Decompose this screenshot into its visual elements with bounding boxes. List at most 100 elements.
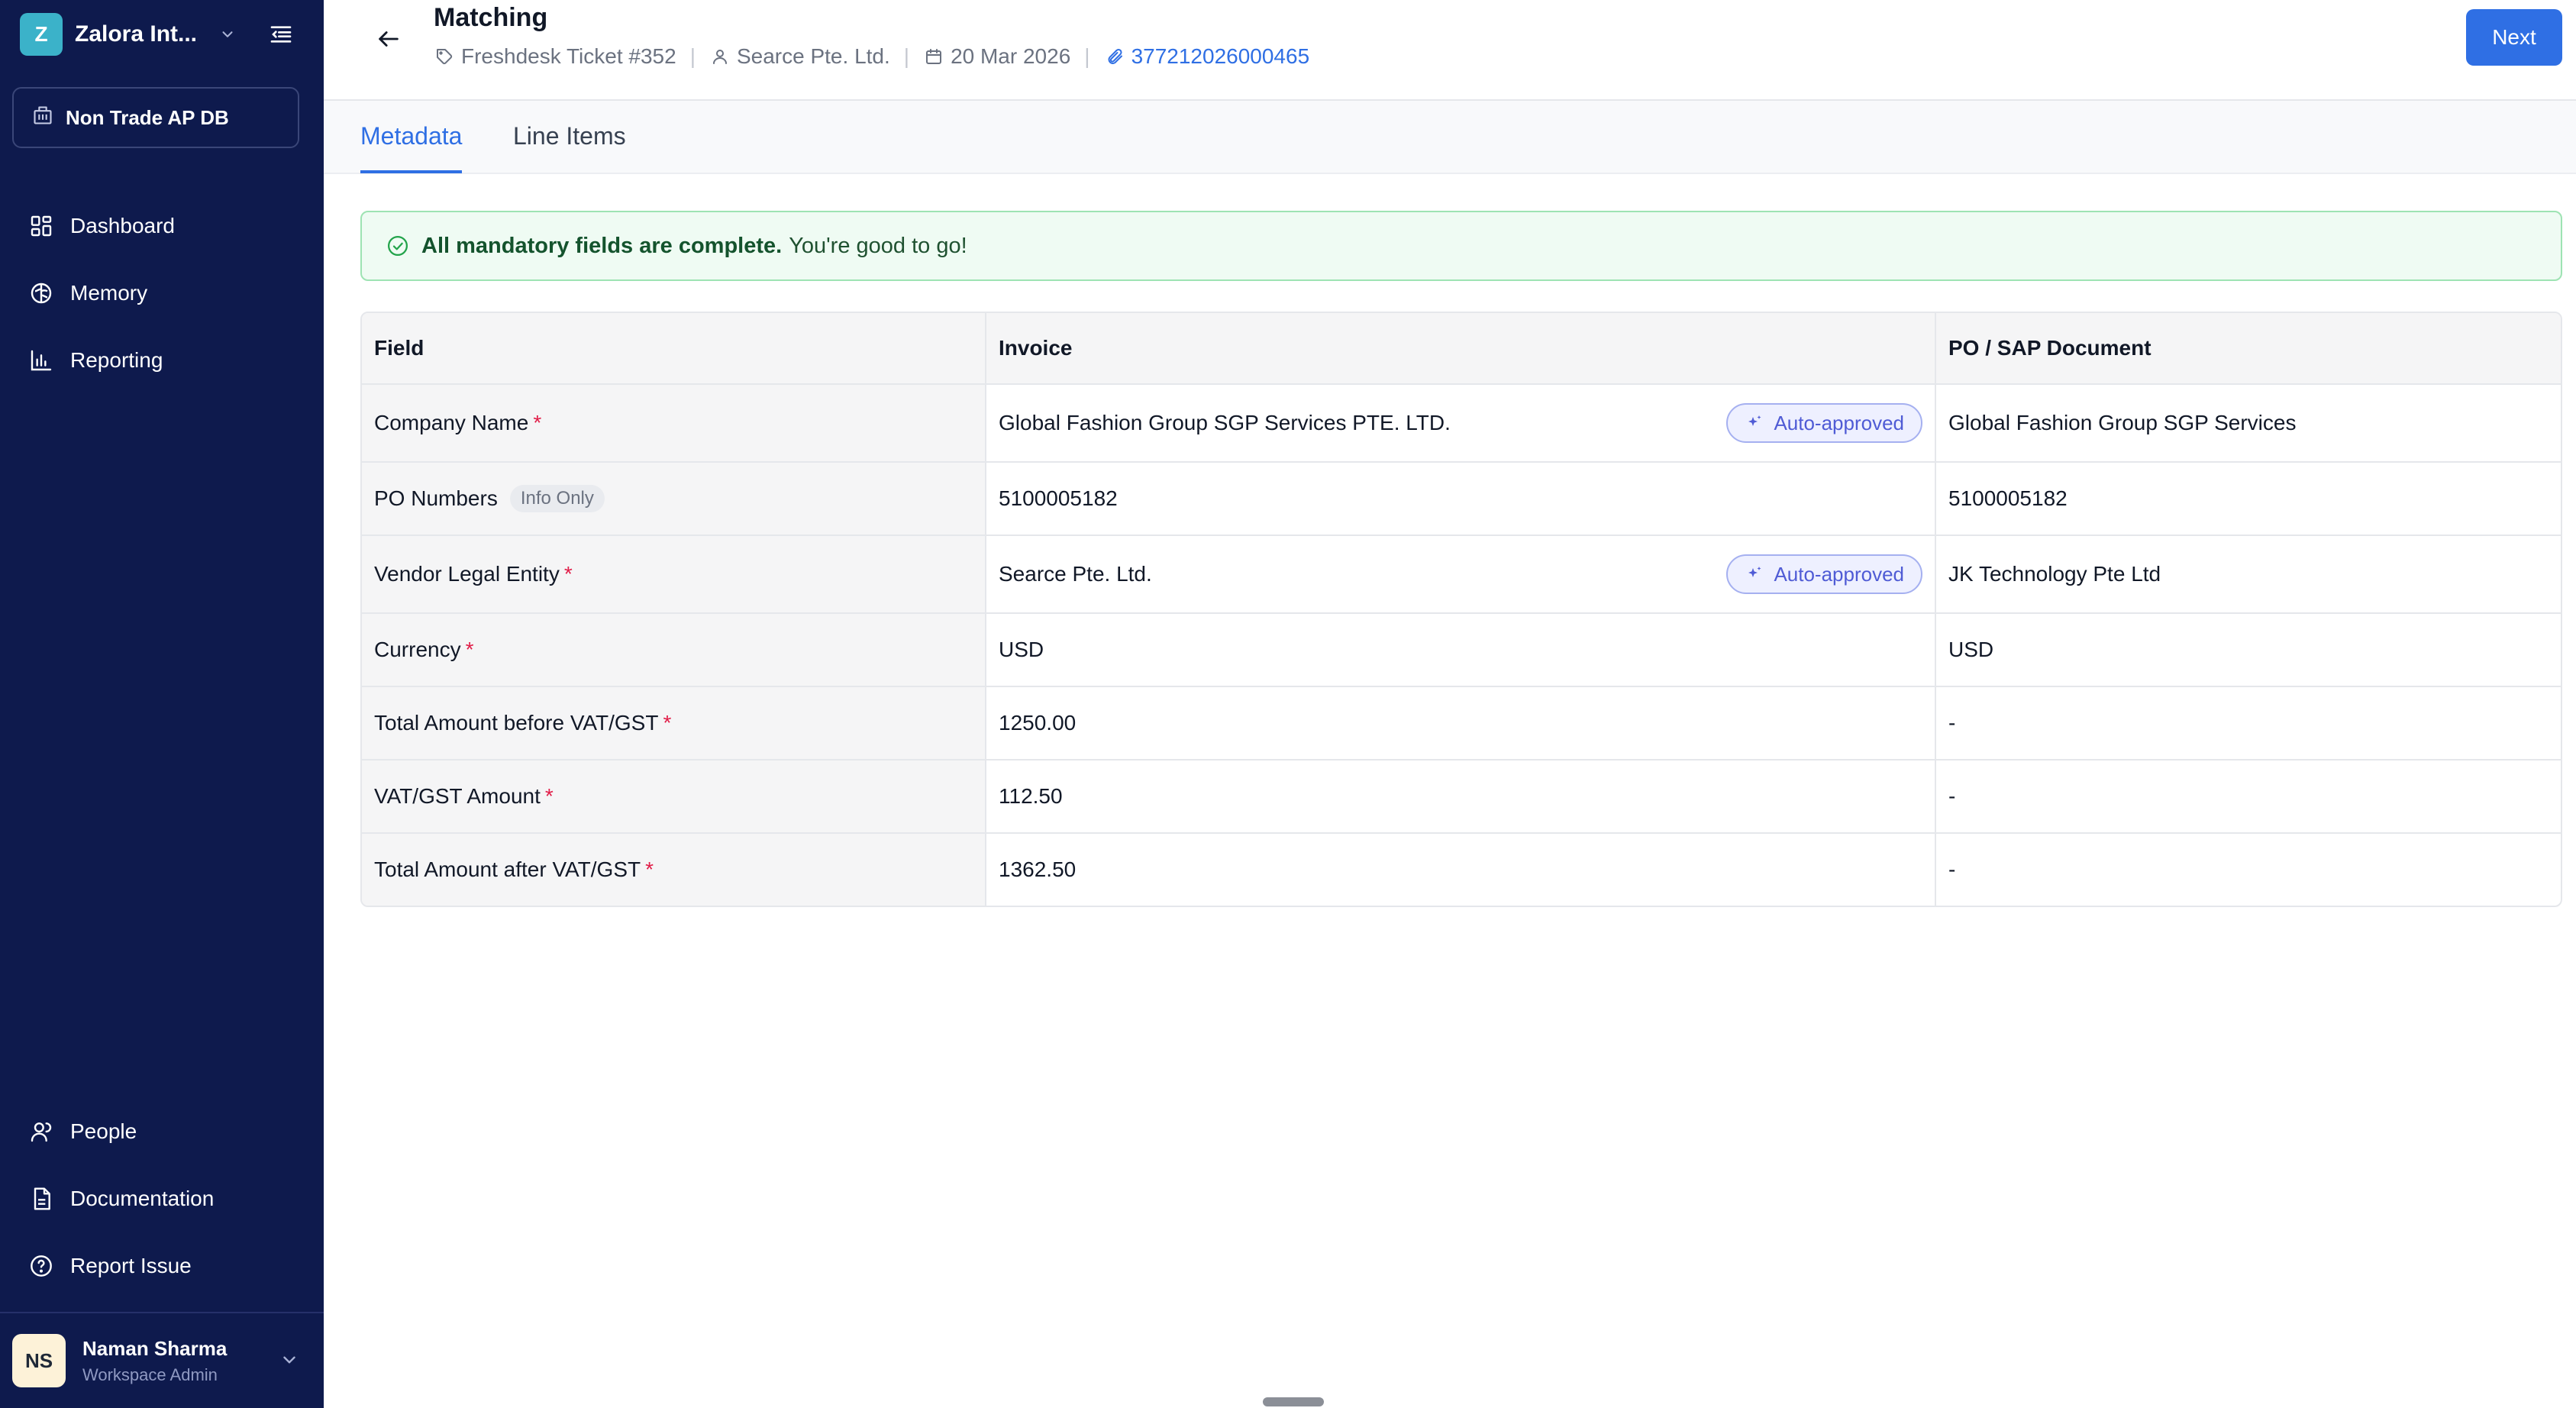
back-arrow-icon[interactable] bbox=[373, 23, 405, 55]
invoice-value: USD bbox=[999, 638, 1044, 661]
vendor-name: Searce Pte. Ltd. bbox=[736, 44, 890, 68]
sidebar-item-memory[interactable]: Memory bbox=[0, 260, 324, 327]
sidebar-item-label: Documentation bbox=[70, 1187, 215, 1210]
invoice-cell[interactable]: 1362.50 bbox=[986, 834, 1936, 906]
sidebar-item-people[interactable]: People bbox=[0, 1098, 324, 1165]
sidebar-item-dashboard[interactable]: Dashboard bbox=[0, 192, 324, 260]
po-value: - bbox=[1948, 857, 1956, 881]
ticket-meta: Freshdesk Ticket #352 | Searce Pte. Ltd.… bbox=[434, 43, 1309, 70]
scroll-handle[interactable] bbox=[1263, 1397, 1324, 1406]
po-cell[interactable]: - bbox=[1936, 834, 2561, 906]
table-header: Field Invoice PO / SAP Document bbox=[362, 313, 2561, 383]
invoice-cell[interactable]: 5100005182 bbox=[986, 463, 1936, 534]
field-label: Company Name bbox=[374, 411, 529, 434]
user-menu[interactable]: NS Naman Sharma Workspace Admin bbox=[0, 1312, 324, 1408]
badge-label: Auto-approved bbox=[1774, 411, 1904, 434]
po-cell[interactable]: JK Technology Pte Ltd bbox=[1936, 536, 2561, 612]
required-marker: * bbox=[465, 638, 474, 661]
required-marker: * bbox=[544, 784, 554, 808]
user-name: Naman Sharma bbox=[82, 1336, 228, 1360]
workspace-switcher[interactable]: Z Zalora Int... bbox=[20, 11, 304, 58]
field-label: Currency bbox=[374, 638, 461, 661]
separator: | bbox=[689, 44, 696, 68]
field-label: Total Amount before VAT/GST bbox=[374, 711, 659, 735]
table-row: Total Amount before VAT/GST * 1250.00 - bbox=[362, 686, 2561, 759]
page-title: Matching bbox=[434, 3, 548, 32]
sidebar-item-label: Report Issue bbox=[70, 1254, 192, 1277]
field-label: PO Numbers bbox=[374, 486, 498, 510]
sidebar-nav-bottom: People Documentation Report Issue bbox=[0, 1098, 324, 1300]
invoice-cell[interactable]: 112.50 bbox=[986, 761, 1936, 832]
po-cell[interactable]: Global Fashion Group SGP Services bbox=[1936, 385, 2561, 461]
invoice-value: 1362.50 bbox=[999, 857, 1077, 881]
field-cell: PO Numbers Info Only bbox=[362, 463, 986, 534]
main-content: Matching Freshdesk Ticket #352 | Searce … bbox=[324, 0, 2576, 1408]
required-marker: * bbox=[563, 562, 573, 586]
po-value: - bbox=[1948, 784, 1956, 808]
invoice-value: 112.50 bbox=[999, 784, 1063, 808]
tabs: Metadata Line Items bbox=[324, 101, 2576, 174]
table-row: Total Amount after VAT/GST * 1362.50 - bbox=[362, 832, 2561, 906]
calendar-icon bbox=[923, 46, 944, 67]
matching-table: Field Invoice PO / SAP Document Company … bbox=[360, 312, 2562, 907]
separator: | bbox=[903, 44, 910, 68]
paperclip-icon bbox=[1104, 46, 1125, 67]
invoice-cell[interactable]: USD bbox=[986, 614, 1936, 686]
po-cell[interactable]: - bbox=[1936, 687, 2561, 759]
auto-approved-badge: Auto-approved bbox=[1726, 403, 1922, 443]
attachment-link[interactable]: 377212026000465 bbox=[1131, 44, 1310, 69]
next-button[interactable]: Next bbox=[2466, 9, 2562, 66]
success-banner: All mandatory fields are complete. You'r… bbox=[360, 211, 2562, 281]
field-cell: Total Amount after VAT/GST * bbox=[362, 834, 986, 906]
people-icon bbox=[27, 1118, 55, 1145]
banner-text: You're good to go! bbox=[789, 233, 967, 258]
po-cell[interactable]: 5100005182 bbox=[1936, 463, 2561, 534]
sidebar-item-label: Memory bbox=[70, 281, 148, 305]
invoice-cell[interactable]: 1250.00 bbox=[986, 687, 1936, 759]
field-cell: Vendor Legal Entity * bbox=[362, 536, 986, 612]
tab-metadata[interactable]: Metadata bbox=[360, 122, 463, 173]
badge-label: Auto-approved bbox=[1774, 562, 1904, 586]
invoice-cell[interactable]: Searce Pte. Ltd. Auto-approved bbox=[986, 536, 1936, 612]
chevron-down-icon[interactable] bbox=[217, 24, 238, 45]
required-marker: * bbox=[533, 411, 542, 434]
collapse-sidebar-icon[interactable] bbox=[267, 21, 295, 48]
sidebar: Z Zalora Int... Non Trade AP DB Dashboar… bbox=[0, 0, 324, 1408]
sidebar-item-documentation[interactable]: Documentation bbox=[0, 1165, 324, 1232]
database-selector[interactable]: Non Trade AP DB bbox=[12, 87, 299, 148]
check-circle-icon bbox=[385, 233, 411, 259]
invoice-value: 1250.00 bbox=[999, 711, 1077, 735]
user-info: Naman Sharma Workspace Admin bbox=[82, 1337, 227, 1385]
column-header-field: Field bbox=[362, 313, 986, 383]
ticket-id: Freshdesk Ticket #352 bbox=[461, 44, 676, 68]
sparkle-icon bbox=[1745, 564, 1764, 584]
document-icon bbox=[27, 1185, 55, 1213]
tag-icon bbox=[434, 46, 455, 67]
table-row: Company Name * Global Fashion Group SGP … bbox=[362, 383, 2561, 461]
table-row: PO Numbers Info Only 5100005182 51000051… bbox=[362, 461, 2561, 534]
building-icon bbox=[32, 105, 53, 131]
info-only-tag: Info Only bbox=[509, 485, 605, 512]
sidebar-item-reporting[interactable]: Reporting bbox=[0, 327, 324, 394]
po-cell[interactable]: - bbox=[1936, 761, 2561, 832]
tab-line-items[interactable]: Line Items bbox=[513, 122, 626, 170]
help-circle-icon bbox=[27, 1252, 55, 1280]
workspace-name: Zalora Int... bbox=[75, 21, 198, 47]
sidebar-item-report-issue[interactable]: Report Issue bbox=[0, 1232, 324, 1300]
sidebar-item-label: Reporting bbox=[70, 348, 163, 372]
brain-icon bbox=[27, 279, 55, 307]
po-cell[interactable]: USD bbox=[1936, 614, 2561, 686]
field-label: Total Amount after VAT/GST bbox=[374, 857, 641, 881]
sidebar-item-label: People bbox=[70, 1119, 137, 1143]
banner-title: All mandatory fields are complete. bbox=[421, 233, 783, 258]
separator: | bbox=[1084, 44, 1090, 68]
invoice-value: Searce Pte. Ltd. bbox=[999, 562, 1152, 586]
chevron-down-icon[interactable] bbox=[279, 1350, 301, 1371]
invoice-cell[interactable]: Global Fashion Group SGP Services PTE. L… bbox=[986, 385, 1936, 461]
avatar: NS bbox=[12, 1334, 66, 1387]
po-value: - bbox=[1948, 711, 1956, 735]
auto-approved-badge: Auto-approved bbox=[1726, 554, 1922, 594]
user-icon bbox=[709, 46, 731, 67]
workspace-logo: Z bbox=[20, 13, 63, 56]
field-cell: Currency * bbox=[362, 614, 986, 686]
